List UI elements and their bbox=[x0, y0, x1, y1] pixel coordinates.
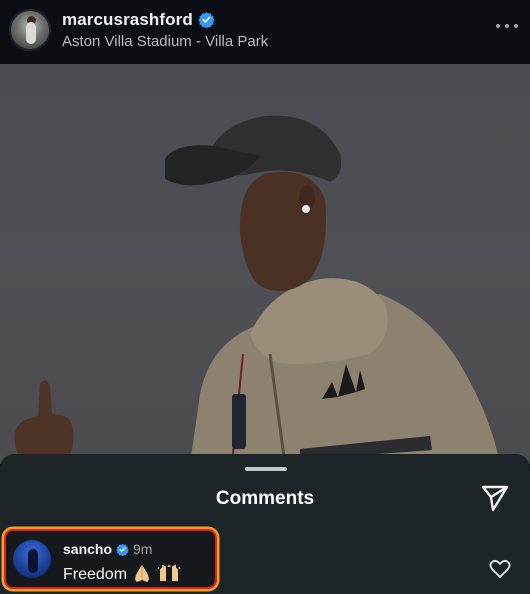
comment-body: Freedom bbox=[63, 566, 128, 583]
post-photo[interactable] bbox=[0, 64, 530, 464]
paper-plane-icon[interactable] bbox=[480, 484, 510, 512]
post-location[interactable]: Aston Villa Stadium - Villa Park bbox=[62, 33, 268, 50]
post-username-text[interactable]: marcusrashford bbox=[62, 10, 193, 29]
drag-handle[interactable] bbox=[245, 467, 287, 471]
comment-avatar[interactable] bbox=[13, 540, 51, 578]
comment-item[interactable]: sancho 9m Freedom bbox=[4, 529, 217, 589]
comment-time: 9m bbox=[133, 541, 153, 557]
comments-title: Comments bbox=[215, 488, 315, 509]
post-username[interactable]: marcusrashford bbox=[62, 10, 215, 30]
raising-hands-icon bbox=[157, 564, 181, 581]
post-photo-image bbox=[14, 115, 500, 464]
verified-badge-icon bbox=[116, 543, 129, 556]
comments-sheet: Comments sancho 9m Freedom bbox=[0, 454, 530, 594]
heart-outline-icon[interactable] bbox=[489, 559, 511, 579]
comment-username[interactable]: sancho bbox=[63, 541, 112, 557]
post-header: marcusrashford Aston Villa Stadium - Vil… bbox=[0, 0, 530, 64]
verified-badge-icon bbox=[198, 12, 215, 28]
comment-header: sancho 9m bbox=[63, 541, 152, 557]
comment-text: Freedom bbox=[63, 563, 181, 584]
more-options-icon[interactable] bbox=[496, 22, 518, 30]
folded-hands-icon bbox=[135, 565, 149, 582]
profile-avatar[interactable] bbox=[9, 9, 51, 51]
